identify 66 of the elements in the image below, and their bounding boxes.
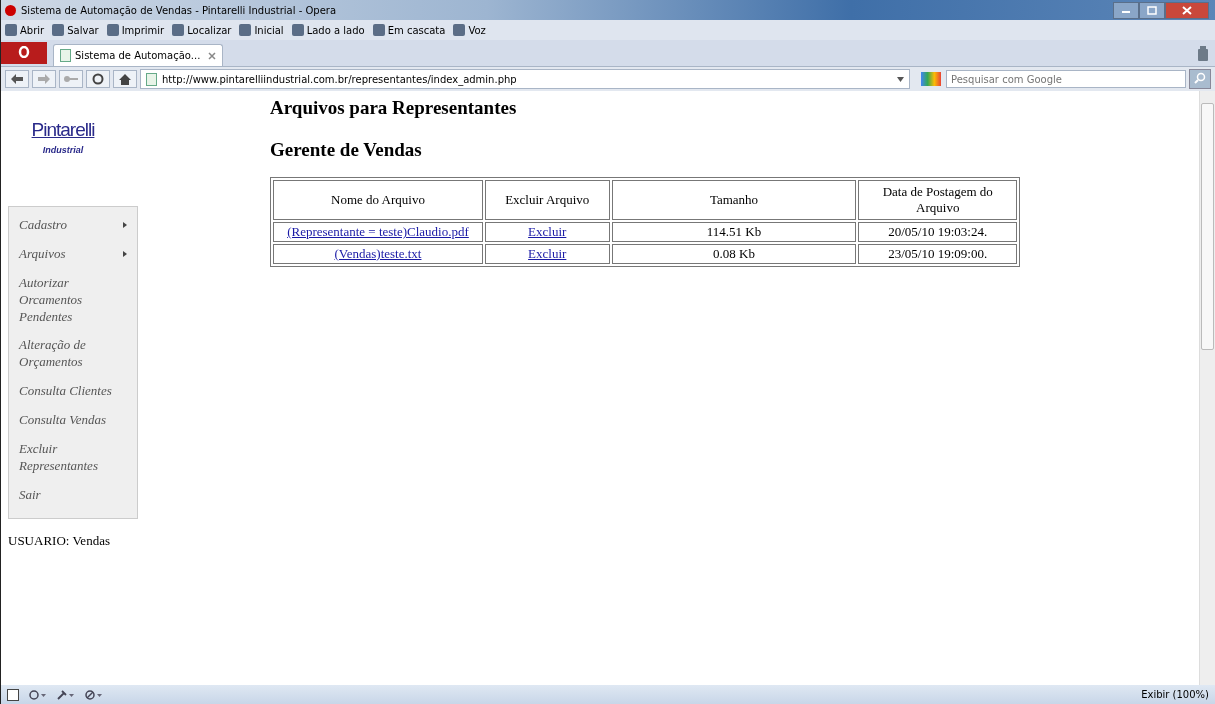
page-icon bbox=[146, 72, 157, 86]
column-header: Tamanho bbox=[611, 180, 857, 220]
toolbar-button[interactable]: Em cascata bbox=[372, 24, 446, 36]
trash-icon[interactable] bbox=[1197, 46, 1209, 62]
file-link[interactable]: (Representante = teste)Claudio.pdf bbox=[287, 224, 469, 239]
logo-subtitle: Industrial bbox=[42, 145, 84, 155]
back-button[interactable] bbox=[5, 70, 29, 88]
window-title: Sistema de Automação de Vendas - Pintarelli Industrial - Opera bbox=[21, 4, 337, 16]
toolbar-button[interactable]: Abrir bbox=[5, 24, 45, 36]
section-heading: Gerente de Vendas bbox=[270, 139, 423, 161]
address-field[interactable]: http://www.pintarelliindustrial.com.br/representantes/index_admin.php bbox=[140, 69, 910, 89]
search-field[interactable]: Pesquisar com Google bbox=[946, 70, 1186, 88]
sidebar-item[interactable]: Alteração de Orçamentos bbox=[9, 333, 137, 380]
delete-link[interactable]: Excluir bbox=[528, 246, 567, 261]
close-icon[interactable] bbox=[208, 51, 216, 60]
panel-toggle-icon[interactable] bbox=[7, 688, 19, 701]
toolbar-button[interactable]: Inicial bbox=[239, 24, 284, 36]
column-header: Data de Postagem do Arquivo bbox=[858, 180, 1017, 220]
toolbar-button[interactable]: Imprimir bbox=[106, 24, 165, 36]
home-button[interactable] bbox=[113, 70, 137, 88]
delete-link[interactable]: Excluir bbox=[528, 224, 567, 239]
zoom-button[interactable]: Exibir (100%) bbox=[1141, 689, 1209, 700]
minimize-button[interactable] bbox=[1113, 1, 1139, 19]
toolbar-button[interactable]: Localizar bbox=[172, 24, 232, 36]
table-cell: 114.51 Kb bbox=[611, 222, 857, 242]
sidebar-item[interactable]: Cadastro bbox=[9, 213, 137, 242]
file-link[interactable]: (Vendas)teste.txt bbox=[334, 246, 422, 261]
back-arrow-icon bbox=[11, 74, 23, 84]
wrench-icon[interactable] bbox=[57, 689, 75, 700]
scrollbar[interactable] bbox=[1199, 91, 1215, 685]
logo-name: Pintarelli bbox=[31, 119, 95, 141]
reload-icon bbox=[92, 73, 104, 85]
sidebar-item[interactable]: Consulta Clientes bbox=[9, 379, 137, 409]
key-icon bbox=[64, 75, 78, 83]
user-label: USUARIO: Vendas bbox=[8, 532, 111, 549]
table-cell: 20/05/10 19:03:24. bbox=[858, 222, 1017, 242]
ring-icon bbox=[18, 45, 30, 58]
toolbar-button[interactable]: Salvar bbox=[52, 24, 99, 36]
block-icon[interactable] bbox=[85, 689, 103, 700]
table-cell: 23/05/10 19:09:00. bbox=[858, 244, 1017, 264]
column-header: Excluir Arquivo bbox=[484, 180, 610, 220]
forward-arrow-icon bbox=[38, 74, 50, 84]
maximize-icon bbox=[1147, 5, 1157, 15]
opera-menu-button[interactable] bbox=[1, 42, 47, 64]
close-icon bbox=[1182, 5, 1192, 15]
toolbar-button[interactable]: Voz bbox=[453, 24, 486, 36]
page-heading: Arquivos para Representantes bbox=[270, 97, 518, 119]
sidebar-item[interactable]: Excluir Representantes bbox=[9, 437, 137, 483]
sidebar-item[interactable]: Consulta Vendas bbox=[9, 408, 137, 437]
page-icon bbox=[60, 49, 71, 62]
dropdown-arrow-icon[interactable] bbox=[897, 76, 904, 82]
sidebar-item[interactable]: Autorizar Orcamentos Pendentes bbox=[9, 270, 137, 334]
maximize-button[interactable] bbox=[1139, 1, 1165, 19]
opera-logo-icon bbox=[5, 4, 16, 16]
reload-button[interactable] bbox=[86, 70, 110, 88]
sidebar-item[interactable]: Arquivos bbox=[9, 241, 137, 271]
search-button[interactable] bbox=[1189, 69, 1211, 89]
browser-tab[interactable]: Sistema de Automação... bbox=[53, 44, 223, 66]
search-icon bbox=[1194, 71, 1206, 84]
table-cell: 0.08 Kb bbox=[611, 244, 857, 264]
close-button[interactable] bbox=[1165, 1, 1209, 19]
sync-icon[interactable] bbox=[29, 689, 47, 700]
toolbar-button[interactable]: Lado a lado bbox=[291, 24, 365, 36]
sidebar-item[interactable]: Sair bbox=[9, 482, 137, 512]
column-header: Nome do Arquivo bbox=[273, 180, 483, 220]
home-icon bbox=[119, 73, 131, 85]
